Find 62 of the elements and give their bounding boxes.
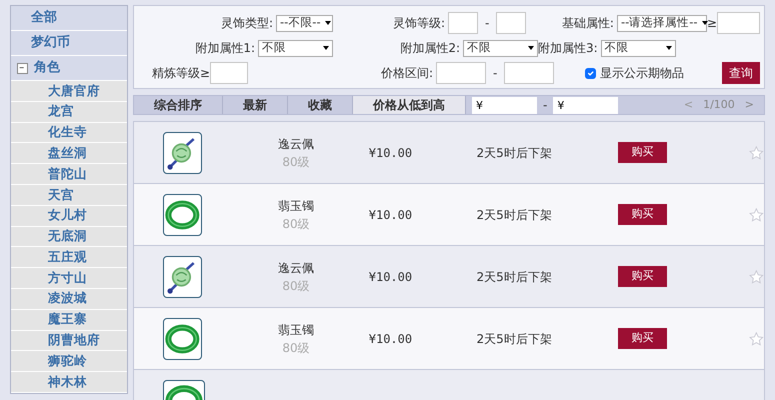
item-name[interactable]: 逸云佩	[256, 258, 336, 276]
input-field[interactable]	[436, 62, 486, 84]
buy-button[interactable]: 购买	[618, 142, 668, 163]
input-field[interactable]	[717, 12, 760, 34]
item-level: 80级	[281, 278, 311, 294]
favorite-star-icon[interactable]	[749, 268, 764, 284]
select-field[interactable]: 不限	[600, 40, 676, 56]
item-name[interactable]: 翡玉镯	[256, 196, 336, 214]
input-field[interactable]	[496, 12, 526, 34]
jade-pendant-icon	[163, 132, 202, 174]
filter-label: 附加属性2:	[400, 40, 460, 57]
query-button[interactable]: 查询	[722, 62, 760, 84]
item-price: ¥10.00	[368, 330, 414, 348]
item-level: 80级	[281, 340, 311, 356]
item-price: ¥10.00	[368, 268, 414, 286]
collapse-toggle-icon[interactable]	[17, 62, 28, 74]
input-field[interactable]	[448, 12, 478, 34]
checkbox[interactable]	[585, 68, 596, 78]
range-dash: -	[485, 15, 490, 32]
time-remaining: 2天5时后下架	[475, 206, 553, 224]
sidebar-category[interactable]: 全部	[31, 8, 57, 28]
filter-label: 附加属性1:	[195, 40, 255, 57]
item-price: ¥10.00	[368, 144, 414, 162]
item-level: 80级	[281, 216, 311, 232]
select-field[interactable]: --不限--	[276, 14, 333, 32]
dropdown-arrow-icon	[324, 21, 331, 25]
filter-label: 附加属性3:	[538, 40, 598, 57]
item-price: ¥10.00	[368, 206, 414, 224]
greater-equal-sign: ≥	[706, 15, 717, 32]
select-field[interactable]: 不限	[258, 40, 333, 56]
filter-label: 基础属性:	[562, 15, 614, 32]
favorite-star-icon[interactable]	[749, 144, 764, 160]
filter-label: 灵饰等级:	[393, 15, 446, 32]
select-field[interactable]: --请选择属性--	[616, 14, 707, 32]
favorite-star-icon[interactable]	[749, 330, 764, 346]
time-remaining: 2天5时后下架	[475, 268, 553, 286]
filter-label: 价格区间:	[381, 65, 434, 82]
favorite-star-icon[interactable]	[749, 206, 764, 222]
input-field[interactable]	[210, 62, 248, 84]
dropdown-arrow-icon	[323, 46, 329, 50]
buy-button[interactable]: 购买	[618, 266, 668, 287]
dropdown-arrow-icon	[702, 21, 708, 25]
sidebar-item[interactable]: 天宫	[48, 186, 74, 204]
range-dash: -	[493, 65, 498, 82]
checkbox-label: 显示公示期物品	[600, 65, 684, 82]
time-remaining: 2天5时后下架	[475, 330, 553, 348]
jade-bracelet-icon	[163, 194, 202, 236]
filter-label: 精炼等级≥	[152, 65, 210, 82]
jade-pendant-icon	[163, 256, 202, 298]
item-name[interactable]: 翡玉镯	[256, 320, 336, 338]
item-level: 80级	[281, 154, 311, 170]
filter-label: 灵饰类型:	[220, 15, 273, 32]
time-remaining: 2天5时后下架	[475, 144, 553, 162]
select-field[interactable]: 不限	[463, 40, 538, 56]
input-field[interactable]	[504, 62, 554, 84]
buy-button[interactable]: 购买	[618, 204, 668, 225]
sidebar-category[interactable]: 角色	[34, 58, 60, 78]
dropdown-arrow-icon	[666, 46, 672, 50]
jade-bracelet-icon	[163, 318, 202, 360]
dropdown-arrow-icon	[528, 46, 534, 50]
buy-button[interactable]: 购买	[618, 328, 668, 349]
item-name[interactable]: 逸云佩	[256, 134, 336, 152]
